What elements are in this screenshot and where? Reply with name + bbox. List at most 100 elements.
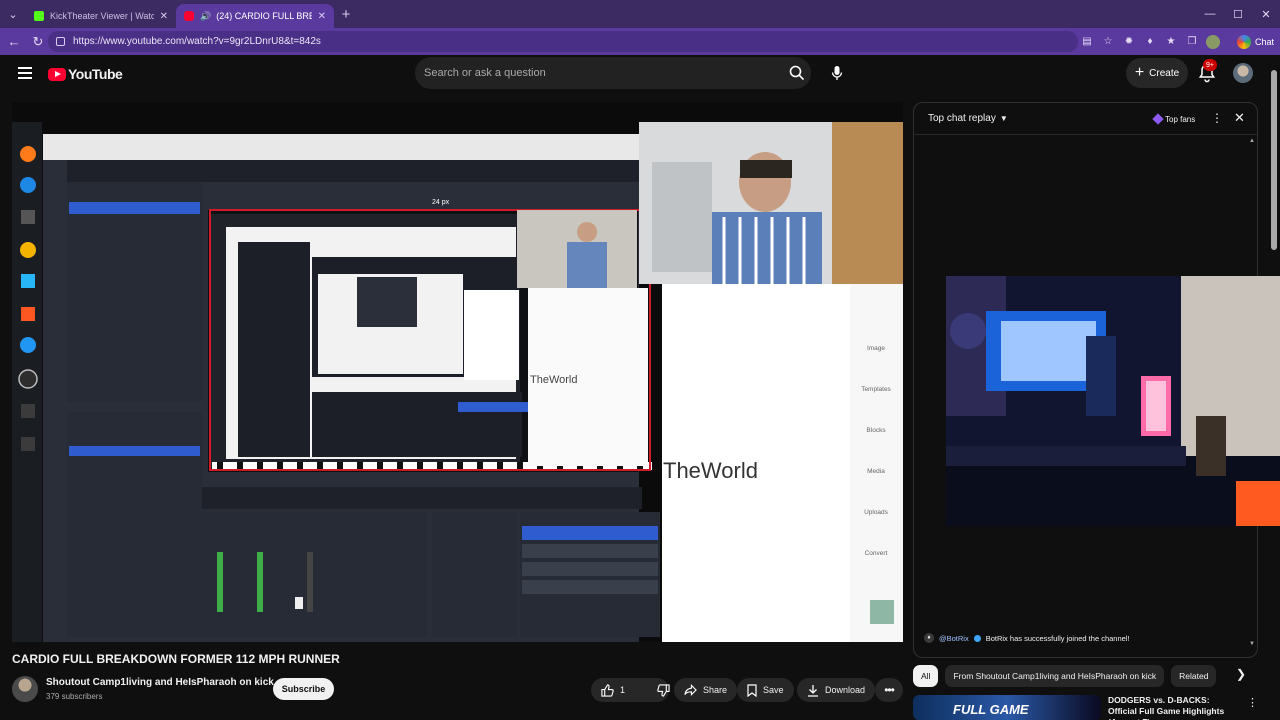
- collections-icon[interactable]: ❐: [1185, 35, 1199, 49]
- maximize-icon[interactable]: ☐: [1224, 0, 1252, 28]
- bookmark-icon: [747, 683, 757, 697]
- tool-templates: Templates: [861, 386, 891, 393]
- assistant-logo-icon: [1236, 34, 1251, 49]
- subscriber-count: 379 subscribers: [46, 692, 103, 701]
- chat-mode-dropdown[interactable]: Top chat replay ▼: [928, 113, 1008, 124]
- chat-author[interactable]: @BotRix: [939, 634, 969, 643]
- scrollbar-thumb[interactable]: [1271, 70, 1277, 250]
- search-button[interactable]: [782, 58, 812, 88]
- more-horizontal-icon: •••: [884, 683, 895, 697]
- top-fans-icon: [1152, 113, 1164, 125]
- related-filter-chips: All From Shoutout Camp1living and HeIsPh…: [913, 665, 1258, 687]
- chat-message-text: BotRix has successfully joined the chann…: [985, 633, 1130, 643]
- share-label: Share: [703, 685, 728, 695]
- voice-search-button[interactable]: [822, 57, 852, 89]
- related-video-thumbnail[interactable]: FULL GAME: [913, 695, 1101, 720]
- window-controls: — ☐ ✕: [1196, 0, 1280, 28]
- bot-badge-icon: ♦: [924, 633, 934, 643]
- browser-tab-bar: ⌄ KickTheater Viewer | Watch Multi ✕ 🔊 (…: [0, 0, 1280, 28]
- create-label: Create: [1149, 67, 1180, 79]
- browser-chat-button[interactable]: Chat: [1236, 33, 1274, 50]
- site-info-icon[interactable]: [56, 37, 65, 46]
- chat-header-title: Top chat replay: [928, 113, 996, 124]
- browser-tab-youtube[interactable]: 🔊 (24) CARDIO FULL BREAKDOW ✕: [176, 4, 334, 28]
- screen-text-small: TheWorld: [530, 374, 578, 386]
- logo-wordmark: YouTube: [68, 66, 123, 82]
- reload-icon[interactable]: ↻: [26, 34, 50, 50]
- browser-tab-kicktheater[interactable]: KickTheater Viewer | Watch Multi ✕: [26, 4, 176, 28]
- video-frame: [12, 102, 903, 642]
- save-button[interactable]: Save: [737, 678, 794, 702]
- tab-title: (24) CARDIO FULL BREAKDOW: [216, 11, 311, 21]
- channel-name[interactable]: Shoutout Camp1living and HeIsPharaoh on …: [46, 677, 274, 688]
- close-window-icon[interactable]: ✕: [1252, 0, 1280, 28]
- chip-all[interactable]: All: [913, 665, 939, 687]
- tab-close-icon[interactable]: ✕: [160, 11, 168, 22]
- chip-related[interactable]: Related: [1171, 665, 1217, 687]
- search-input[interactable]: Search or ask a question: [415, 57, 811, 89]
- back-arrow-icon[interactable]: ←: [2, 34, 26, 49]
- address-bar[interactable]: https://www.youtube.com/watch?v=9gr2LDnr…: [48, 31, 1078, 52]
- youtube-header: YouTube Search or ask a question + Creat…: [0, 55, 1268, 95]
- profile-avatar-icon[interactable]: [1206, 34, 1220, 49]
- scroll-up-arrow-icon[interactable]: ▲: [1249, 138, 1255, 144]
- download-button[interactable]: Download: [797, 678, 876, 702]
- plus-icon: +: [1134, 64, 1145, 81]
- share-button[interactable]: Share: [674, 678, 738, 702]
- more-actions-button[interactable]: •••: [875, 678, 903, 702]
- thumbnail-text: FULL GAME: [953, 702, 1029, 717]
- thumbs-down-icon: [657, 683, 670, 697]
- bookmark-star-icon[interactable]: ☆: [1101, 35, 1115, 49]
- download-icon: [808, 684, 818, 697]
- like-dislike-group: 1: [591, 678, 670, 702]
- chevron-right-icon[interactable]: ❯: [1236, 667, 1246, 681]
- speaker-icon[interactable]: 🔊: [200, 11, 211, 22]
- reader-mode-icon[interactable]: ▤: [1080, 35, 1094, 49]
- webcam-frame: [946, 276, 1280, 526]
- video-player[interactable]: TheWorld TheWorld 24 px Image Templates …: [12, 102, 903, 642]
- chevron-down-icon: ▼: [999, 114, 1008, 123]
- download-label: Download: [825, 685, 866, 695]
- minimize-icon[interactable]: —: [1196, 0, 1224, 28]
- youtube-favicon-icon: [184, 11, 194, 21]
- youtube-logo[interactable]: YouTube: [48, 66, 123, 82]
- create-button[interactable]: + Create: [1126, 58, 1188, 88]
- picture-in-picture-webcam[interactable]: [946, 276, 1280, 526]
- top-fans-label: Top fans: [1165, 114, 1196, 124]
- chip-from-channel[interactable]: From Shoutout Camp1living and HeIsPharao…: [945, 665, 1165, 687]
- editor-side-tools: Image Templates Blocks Media Uploads Con…: [854, 327, 898, 573]
- video-title: CARDIO FULL BREAKDOWN FORMER 112 MPH RUN…: [12, 652, 340, 666]
- like-button[interactable]: 1: [591, 678, 635, 702]
- chat-more-icon[interactable]: ⋮: [1211, 111, 1223, 125]
- share-icon: [684, 684, 697, 696]
- subscribe-button[interactable]: Subscribe: [273, 678, 334, 700]
- screen-text-large: TheWorld: [663, 458, 758, 483]
- chat-button-label: Chat: [1254, 36, 1274, 47]
- microphone-icon: [831, 66, 843, 80]
- tool-media: Media: [867, 468, 885, 475]
- top-fans-button[interactable]: Top fans: [1152, 112, 1196, 126]
- extension-puzzle-icon[interactable]: ♦: [1143, 35, 1157, 49]
- tab-close-icon[interactable]: ✕: [318, 11, 326, 22]
- new-tab-button[interactable]: +: [334, 6, 358, 23]
- tool-convert: Convert: [864, 550, 888, 557]
- chat-message: ♦ @BotRix BotRix has successfully joined…: [924, 633, 1130, 643]
- search-placeholder: Search or ask a question: [424, 67, 546, 79]
- favorites-icon[interactable]: ★: [1164, 35, 1178, 49]
- chat-header: Top chat replay ▼ Top fans ⋮ ✕: [914, 103, 1257, 135]
- channel-avatar[interactable]: [12, 676, 38, 702]
- scroll-down-arrow-icon[interactable]: ▼: [1249, 641, 1255, 647]
- tool-blocks: Blocks: [866, 427, 886, 434]
- related-more-icon[interactable]: ⋮: [1247, 696, 1258, 709]
- related-video-title[interactable]: DODGERS vs. D-BACKS: Official Full Game …: [1108, 695, 1238, 720]
- like-count: 1: [620, 685, 626, 695]
- account-avatar[interactable]: [1233, 63, 1253, 83]
- extension-shield-icon[interactable]: ✹: [1122, 35, 1136, 49]
- close-icon[interactable]: ✕: [1234, 110, 1245, 126]
- browser-toolbar: ← ↻ https://www.youtube.com/watch?v=9gr2…: [0, 28, 1280, 55]
- tab-search-chevron-icon[interactable]: ⌄: [0, 0, 26, 28]
- url-text: https://www.youtube.com/watch?v=9gr2LDnr…: [73, 36, 321, 47]
- kick-favicon-icon: [34, 11, 44, 21]
- menu-icon[interactable]: [18, 67, 32, 79]
- verified-icon: [973, 634, 981, 642]
